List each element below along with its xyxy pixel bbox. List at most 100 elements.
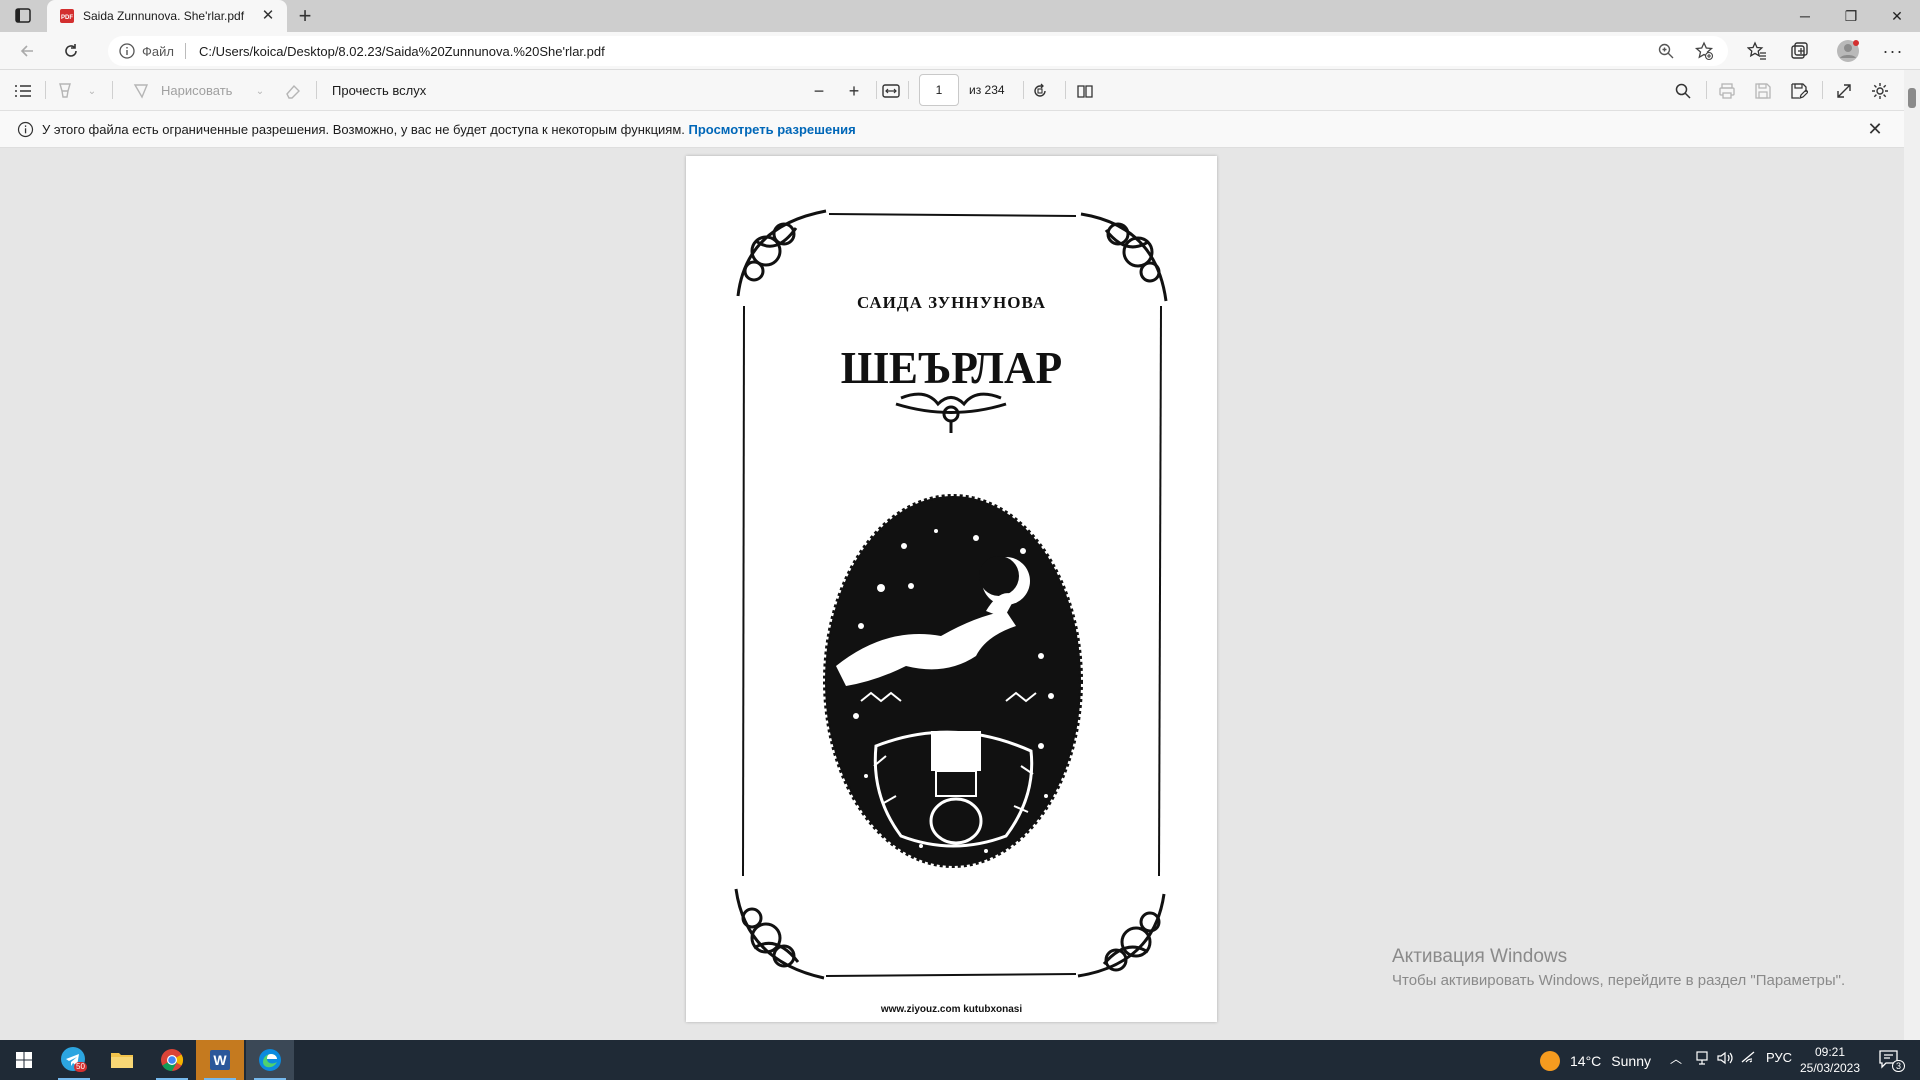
new-tab-button[interactable]: + (293, 5, 317, 29)
back-arrow-icon (20, 45, 33, 57)
pdf-toolbar: ⌄ Нарисовать ⌄ Прочесть вслух − + 1 из 2… (0, 70, 1920, 111)
list-icon (15, 85, 31, 97)
taskbar-chrome[interactable] (148, 1040, 196, 1080)
pdf-settings-button[interactable] (1869, 80, 1891, 102)
volume-icon[interactable] (1716, 1050, 1734, 1069)
info-icon (17, 121, 34, 138)
find-button[interactable] (1672, 80, 1694, 102)
restore-icon[interactable]: ❐ (1828, 0, 1874, 32)
view-permissions-link[interactable]: Просмотреть разрешения (689, 122, 856, 137)
add-favorite-icon[interactable] (1694, 41, 1714, 61)
taskbar-telegram[interactable]: 50 (50, 1040, 98, 1080)
corner-ornament-bottom-left (734, 888, 825, 980)
book-author: САИДА ЗУННУНОВА (856, 293, 1047, 312)
pdf-viewer[interactable]: САИДА ЗУННУНОВА ШЕЪРЛАР www.ziyouz.com k… (0, 148, 1904, 1040)
edge-icon (259, 1049, 281, 1071)
address-divider (185, 43, 186, 59)
notification-center-button[interactable]: 3 (1878, 1048, 1906, 1073)
taskbar-word[interactable]: W (196, 1040, 244, 1080)
print-button[interactable] (1716, 80, 1738, 102)
taskbar-edge[interactable] (246, 1040, 294, 1080)
save-as-button[interactable] (1788, 80, 1810, 102)
zoom-in-button[interactable]: + (843, 80, 865, 102)
chevron-down-icon: ⌄ (87, 85, 97, 97)
draw-dropdown[interactable]: ⌄ (252, 80, 268, 102)
save-as-icon (1791, 83, 1808, 99)
highlight-dropdown[interactable]: ⌄ (84, 80, 100, 102)
erase-button[interactable] (282, 80, 304, 102)
wifi-icon[interactable] (1740, 1050, 1758, 1069)
language-indicator[interactable]: РУС (1766, 1050, 1792, 1065)
address-prefix: Файл (142, 44, 174, 59)
vertical-scrollbar[interactable] (1904, 70, 1920, 1040)
sun-icon (1540, 1051, 1560, 1071)
weather-temp: 14°C (1570, 1053, 1602, 1069)
tab-close-icon[interactable]: ✕ (259, 7, 277, 25)
print-icon (1719, 83, 1735, 99)
minimize-icon[interactable]: ─ (1782, 0, 1828, 32)
toolbar-divider (316, 81, 317, 99)
eraser-icon (286, 84, 300, 99)
zoom-icon[interactable] (1656, 41, 1676, 61)
address-url[interactable]: C:/Users/koica/Desktop/8.02.23/Saida%20Z… (199, 44, 605, 59)
scrollbar-thumb[interactable] (1908, 88, 1916, 108)
fit-page-button[interactable] (880, 80, 902, 102)
infobar-close-icon[interactable]: ✕ (1866, 120, 1884, 138)
save-button[interactable] (1752, 80, 1774, 102)
site-info-icon[interactable] (118, 42, 136, 60)
more-icon: ··· (1882, 41, 1904, 61)
read-aloud-button[interactable]: Прочесть вслух (332, 83, 426, 98)
plus-icon: + (848, 80, 860, 101)
pdf-file-icon: PDF (59, 8, 75, 24)
tab-pdf[interactable]: PDF Saida Zunnunova. She'rlar.pdf ✕ (47, 0, 287, 32)
permissions-infobar: У этого файла есть ограниченные разрешен… (0, 111, 1904, 148)
toolbar-divider (1706, 81, 1707, 99)
page-view-button[interactable] (1074, 80, 1096, 102)
clock-time: 09:21 (1814, 1045, 1846, 1059)
taskbar-file-explorer[interactable] (98, 1040, 146, 1080)
back-button[interactable] (14, 39, 40, 63)
activation-subtitle: Чтобы активировать Windows, перейдите в … (1392, 972, 1846, 989)
clock-date: 25/03/2023 (1799, 1061, 1861, 1075)
tab-strip: PDF Saida Zunnunova. She'rlar.pdf ✕ + ─ … (0, 0, 1920, 32)
zoom-out-button[interactable]: − (808, 80, 830, 102)
toolbar-divider (112, 81, 113, 99)
svg-text:W: W (213, 1052, 227, 1068)
minus-icon: − (813, 80, 825, 101)
contents-button[interactable] (12, 80, 34, 102)
collections-button[interactable] (1786, 39, 1812, 63)
toolbar-divider (45, 81, 46, 99)
draw-button[interactable]: Нарисовать (161, 83, 232, 98)
taskbar: 50 W 14°C Sunny ︿ РУС 09:21 25/03/2023 3 (0, 1040, 1920, 1080)
infobar-text: У этого файла есть ограниченные разрешен… (42, 122, 685, 137)
window-close-icon[interactable]: ✕ (1874, 0, 1920, 32)
title-ornament (895, 392, 1007, 433)
page-total: из 234 (969, 83, 1005, 97)
weather-widget[interactable]: 14°C Sunny (1540, 1051, 1651, 1071)
battery-network-icon[interactable] (1694, 1050, 1710, 1069)
draw-icon (130, 80, 152, 102)
corner-ornament-top-left (736, 209, 827, 297)
page-number-input[interactable]: 1 (919, 74, 959, 106)
highlighter-icon (59, 83, 71, 98)
expand-icon (1837, 84, 1851, 98)
system-clock[interactable]: 09:21 25/03/2023 (1790, 1044, 1870, 1076)
fullscreen-button[interactable] (1833, 80, 1855, 102)
book-cover-artwork (734, 209, 1168, 980)
start-button[interactable] (0, 1040, 48, 1080)
address-bar[interactable]: Файл C:/Users/koica/Desktop/8.02.23/Said… (108, 36, 1728, 66)
windows-logo-icon (16, 1052, 32, 1068)
toolbar-divider (1822, 81, 1823, 99)
tab-actions-icon[interactable] (12, 7, 34, 25)
favorites-button[interactable] (1744, 39, 1770, 63)
tray-overflow-icon[interactable]: ︿ (1670, 1050, 1682, 1067)
highlight-button[interactable] (54, 80, 76, 102)
profile-button[interactable] (1833, 39, 1863, 63)
book-title: ШЕЪРЛАР (840, 342, 1063, 393)
chrome-icon (161, 1049, 183, 1071)
refresh-button[interactable] (58, 39, 84, 63)
save-icon (1755, 83, 1771, 99)
fit-width-icon (882, 84, 900, 98)
rotate-button[interactable] (1029, 80, 1051, 102)
settings-more-button[interactable]: ··· (1880, 39, 1906, 63)
